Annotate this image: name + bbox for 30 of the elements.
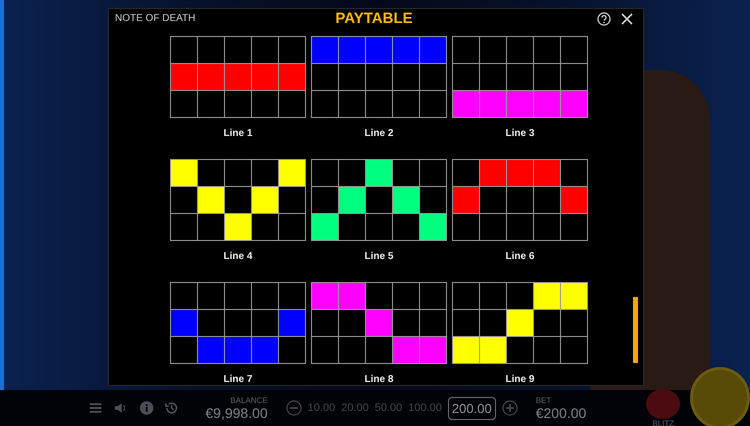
- line-label: Line 9: [506, 374, 534, 385]
- bet-option[interactable]: 10.00: [308, 402, 336, 414]
- bet-option[interactable]: 50.00: [374, 402, 402, 414]
- line-label: Line 5: [364, 251, 394, 262]
- game-title: NOTE OF DEATH: [115, 13, 196, 24]
- menu-icon[interactable]: [88, 400, 104, 416]
- bet-label: BET: [536, 396, 552, 404]
- blitz-label: BLITZ: [652, 418, 674, 426]
- scrollbar-thumb[interactable]: [633, 297, 638, 363]
- dialog-title: PAYTABLE: [334, 10, 414, 27]
- bet-option[interactable]: 100.00: [408, 402, 442, 414]
- close-button[interactable]: [621, 12, 633, 24]
- line-label: Line 3: [506, 128, 534, 139]
- line-label: Line 2: [364, 128, 394, 139]
- blitz-button[interactable]: [646, 388, 680, 418]
- help-button[interactable]: [597, 12, 611, 26]
- line-label: Line 1: [224, 128, 252, 139]
- plus-icon[interactable]: [502, 400, 518, 416]
- line-label: Line 7: [224, 374, 252, 385]
- line-label: Line 4: [224, 251, 252, 262]
- bet-value: €200.00: [536, 404, 586, 420]
- bet-option[interactable]: 20.00: [341, 402, 369, 414]
- history-icon[interactable]: [164, 400, 180, 416]
- bet-option[interactable]: 200.00: [448, 396, 496, 420]
- line-label: Line 6: [506, 251, 534, 262]
- minus-icon[interactable]: [286, 400, 302, 416]
- balance-value: €9,998.00: [205, 404, 268, 420]
- line-label: Line 8: [364, 374, 394, 385]
- balance-label: BALANCE: [230, 396, 268, 404]
- info-icon[interactable]: [138, 400, 154, 416]
